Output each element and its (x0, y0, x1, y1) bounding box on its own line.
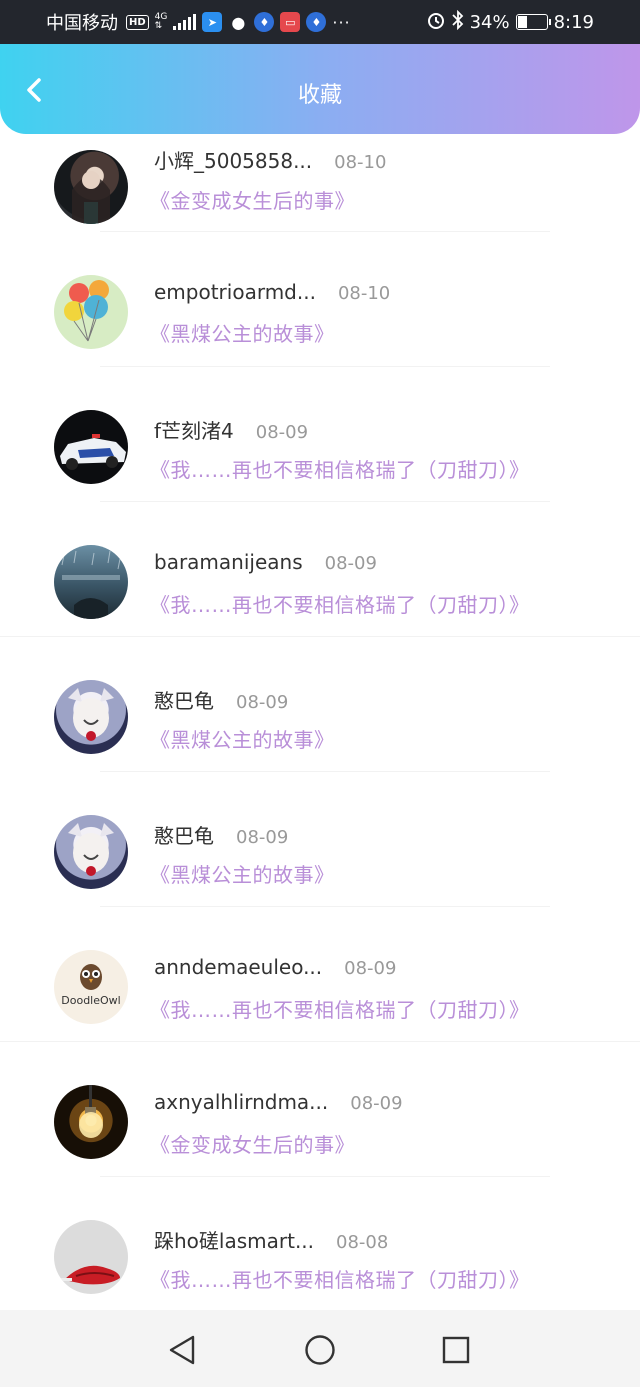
list-item[interactable]: 小辉_5005858... 08-10 《金变成女生后的事》 (0, 134, 640, 232)
favorites-page: 中国移动 HD 4G ⇅ ➤ ● ♦ ▭ ♦ ··· 34% 8:19 收藏 小… (0, 0, 640, 1387)
favorites-list[interactable]: 小辉_5005858... 08-10 《金变成女生后的事》 empotrioar… (0, 134, 640, 1310)
favorite-date: 08-09 (350, 1093, 403, 1114)
username-text: empotrioarmd... (154, 280, 316, 304)
username-text: anndemaeuleo... (154, 955, 323, 979)
girl-dark-avatar-icon (72, 171, 110, 224)
username[interactable]: 憨巴龟 08-09 (154, 685, 288, 714)
bluetooth-icon (451, 9, 464, 35)
username[interactable]: axnyalhlirndma... 08-09 (154, 1090, 403, 1114)
page-title: 收藏 (297, 83, 342, 108)
nav-home-button[interactable] (304, 1334, 336, 1366)
red-lips-avatar-icon (60, 1265, 120, 1285)
battery-percent: 34% (469, 11, 510, 33)
avatar (54, 1085, 128, 1159)
battery-icon (515, 14, 551, 30)
list-item[interactable]: 跺ho磋lasmart... 08-08 《我……再也不要相信格瑞了（刀甜刀）》 (0, 1177, 640, 1310)
favorite-date: 08-10 (337, 283, 391, 304)
story-title-link[interactable]: 《我……再也不要相信格瑞了（刀甜刀）》 (150, 1264, 530, 1293)
circle-home-icon (305, 1335, 335, 1365)
favorite-date: 08-09 (255, 422, 309, 443)
username[interactable]: anndemaeuleo... 08-09 (154, 955, 396, 979)
list-item[interactable]: 憨巴龟 08-09 《黑煤公主的故事》 (0, 637, 640, 772)
username[interactable]: baramanijeans 08-09 (154, 550, 377, 574)
avatar (54, 150, 128, 224)
data-arrows-icon: ⇅ (154, 21, 163, 31)
story-title-link[interactable]: 《金变成女生后的事》 (150, 1129, 355, 1158)
anime-fox-avatar-icon (68, 688, 114, 741)
lightbulb-app-icon: ♦ (254, 12, 275, 32)
username[interactable]: 憨巴龟 08-09 (154, 820, 288, 849)
hd-badge: HD (126, 14, 149, 30)
lightbulb-app-icon-2: ♦ (306, 12, 327, 32)
police-car-avatar-icon (60, 434, 126, 470)
alarm-icon (426, 10, 446, 35)
username-text: 小辉_5005858... (154, 149, 313, 173)
doodle-owl-logo-text: DoodleOwl (61, 994, 120, 1007)
lightbulb-avatar-icon (79, 1085, 103, 1138)
clock: 8:19 (553, 11, 594, 33)
username-text: baramanijeans (154, 550, 303, 574)
more-notifications-icon: ··· (332, 12, 351, 32)
list-item[interactable]: DoodleOwl anndemaeuleo... 08-09 《我……再也不要相… (0, 907, 640, 1042)
favorite-date: 08-08 (336, 1232, 389, 1253)
balloons-avatar-icon (64, 280, 109, 342)
avatar (54, 815, 128, 889)
favorite-date: 08-09 (324, 553, 377, 574)
status-bar-left: 中国移动 HD 4G ⇅ ➤ ● ♦ ▭ ♦ ··· (46, 9, 351, 35)
username-text: axnyalhlirndma... (154, 1090, 329, 1114)
story-title-link[interactable]: 《我……再也不要相信格瑞了（刀甜刀）》 (150, 454, 530, 483)
username[interactable]: 跺ho磋lasmart... 08-08 (154, 1225, 388, 1254)
app-notification-icon: ➤ (202, 12, 223, 32)
favorite-date: 08-09 (236, 692, 289, 713)
username-text: f芒刻渚4 (154, 419, 234, 443)
nav-back-button[interactable] (166, 1334, 198, 1366)
list-item[interactable]: baramanijeans 08-09 《我……再也不要相信格瑞了（刀甜刀）》 (0, 502, 640, 637)
favorite-date: 08-09 (344, 958, 397, 979)
username[interactable]: 小辉_5005858... 08-10 (154, 145, 386, 174)
story-title-link[interactable]: 《我……再也不要相信格瑞了（刀甜刀）》 (150, 994, 530, 1023)
huawei-app-icon: ▭ (280, 12, 301, 32)
username-text: 跺ho磋lasmart... (154, 1229, 315, 1253)
avatar (54, 545, 128, 619)
rain-scene-avatar-icon (61, 550, 121, 619)
carrier-name: 中国移动 (46, 13, 118, 34)
message-bubble-icon: ● (231, 12, 246, 32)
status-bar-right: 34% 8:19 (426, 9, 594, 35)
list-item[interactable]: empotrioarmd... 08-10 《黑煤公主的故事》 (0, 232, 640, 367)
story-title-link[interactable]: 《黑煤公主的故事》 (150, 318, 335, 347)
triangle-back-icon (169, 1335, 195, 1365)
avatar: DoodleOwl (54, 950, 128, 1024)
avatar (54, 680, 128, 754)
system-nav-bar (0, 1310, 640, 1387)
avatar (54, 1220, 128, 1294)
story-title-link[interactable]: 《黑煤公主的故事》 (150, 724, 335, 753)
square-recents-icon (442, 1336, 470, 1364)
anime-fox-avatar-icon (68, 823, 114, 876)
username[interactable]: f芒刻渚4 08-09 (154, 415, 308, 444)
doodle-owl-avatar-icon: DoodleOwl (61, 964, 121, 1007)
avatar (54, 410, 128, 484)
story-title-link[interactable]: 《金变成女生后的事》 (150, 185, 355, 214)
list-item[interactable]: 憨巴龟 08-09 《黑煤公主的故事》 (0, 772, 640, 907)
network-type: 4G ⇅ (155, 13, 168, 31)
username-text: 憨巴龟 (154, 824, 214, 848)
avatar (54, 275, 128, 349)
username[interactable]: empotrioarmd... 08-10 (154, 280, 390, 304)
story-title-link[interactable]: 《我……再也不要相信格瑞了（刀甜刀）》 (150, 589, 530, 618)
favorite-date: 08-09 (236, 827, 289, 848)
status-bar: 中国移动 HD 4G ⇅ ➤ ● ♦ ▭ ♦ ··· 34% 8:19 (0, 0, 640, 44)
list-item[interactable]: f芒刻渚4 08-09 《我……再也不要相信格瑞了（刀甜刀）》 (0, 367, 640, 502)
favorite-date: 08-10 (334, 152, 387, 173)
battery-fill (517, 16, 527, 28)
nav-recents-button[interactable] (440, 1334, 472, 1366)
username-text: 憨巴龟 (154, 689, 214, 713)
header-bar: 收藏 (0, 44, 640, 134)
signal-icon (173, 14, 197, 30)
list-item[interactable]: axnyalhlirndma... 08-09 《金变成女生后的事》 (0, 1042, 640, 1177)
story-title-link[interactable]: 《黑煤公主的故事》 (150, 859, 335, 888)
